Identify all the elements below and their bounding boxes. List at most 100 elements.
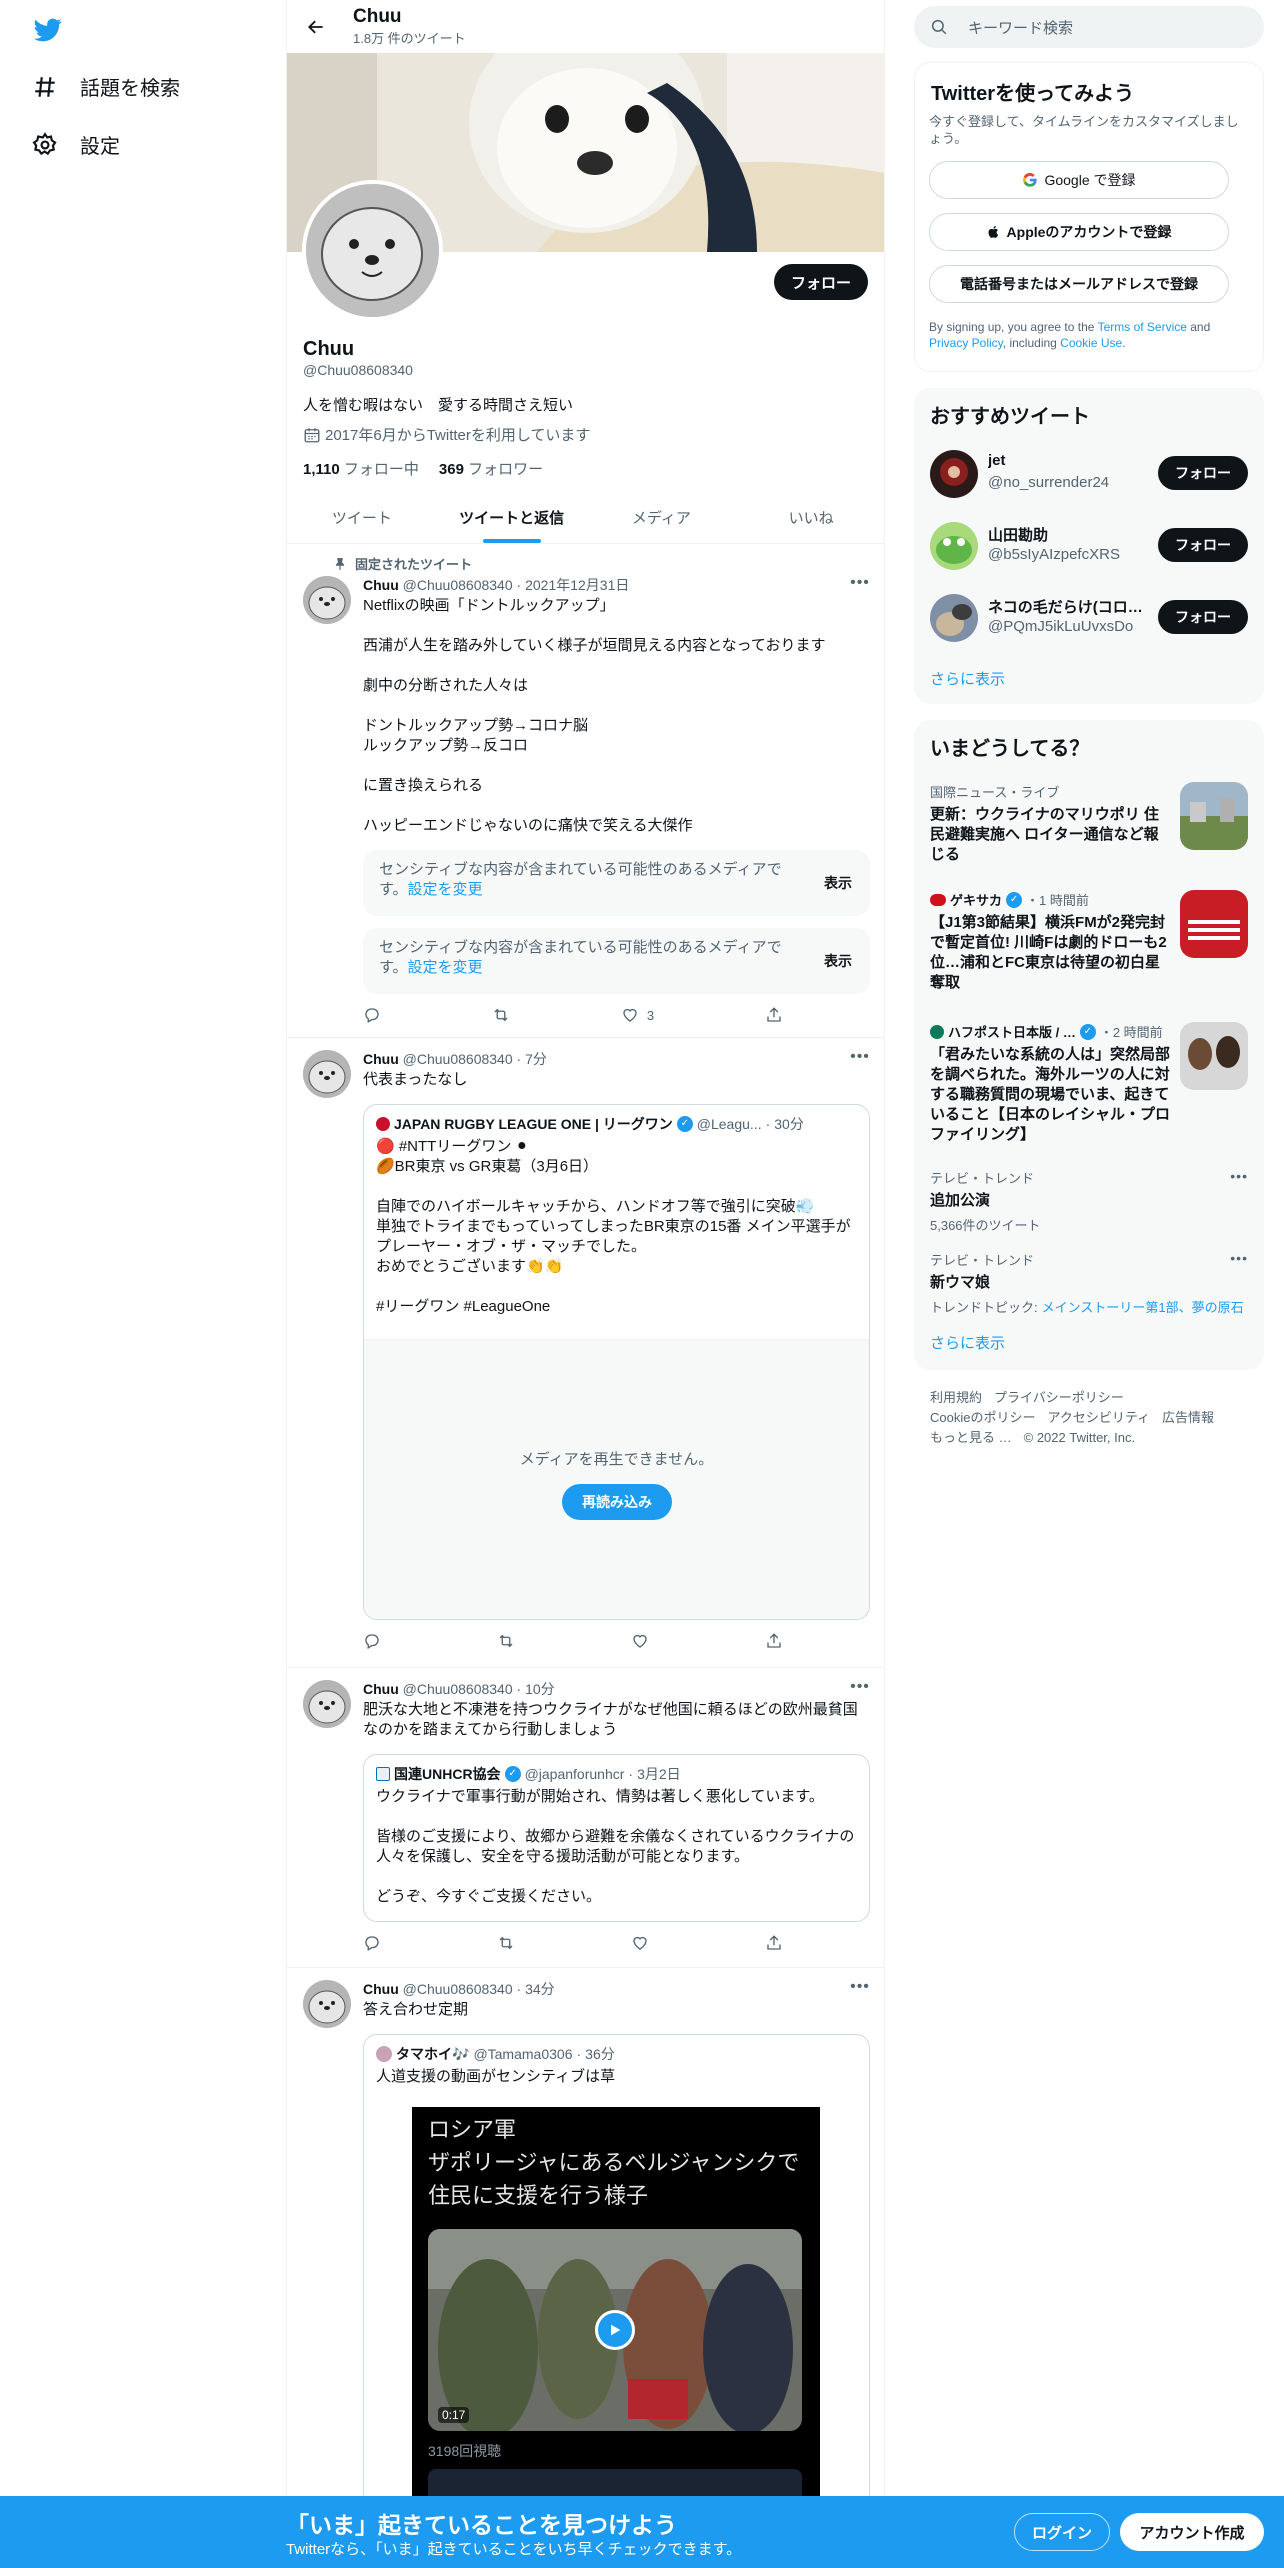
tweet-author-handle[interactable]: @Chuu08608340 xyxy=(403,577,513,593)
follow-button[interactable]: フォロー xyxy=(1158,456,1248,490)
recommended-user[interactable]: jet @no_surrender24 フォロー xyxy=(914,438,1264,510)
more-icon[interactable]: ••• xyxy=(850,1678,870,1698)
tab-tweets-replies[interactable]: ツイートと返信 xyxy=(437,492,587,543)
tweet-2[interactable]: Chuu @Chuu08608340 · 7分 代表まったなし ••• JAPA… xyxy=(287,1038,884,1668)
tweet-time[interactable]: 34分 xyxy=(525,1981,555,1997)
tweet-author-handle[interactable]: @Chuu08608340 xyxy=(403,1051,513,1067)
share-button[interactable] xyxy=(765,1632,783,1650)
more-icon[interactable]: ••• xyxy=(850,1048,870,1068)
trend-topic-link[interactable]: メインストーリー第1部、夢の原石 xyxy=(1042,1297,1244,1316)
tweet-author-name[interactable]: Chuu xyxy=(363,1981,399,1997)
cookie-link[interactable]: Cookie Use xyxy=(1060,336,1122,350)
recommended-name: 山田勘助 xyxy=(988,527,1049,544)
tweet-avatar[interactable] xyxy=(303,1050,351,1098)
nav-settings[interactable]: 設定 xyxy=(32,130,120,159)
tweet-1[interactable]: 固定されたツイート Chuu @Chuu08608340 · 2021年12月3… xyxy=(287,544,884,1038)
reply-button[interactable] xyxy=(363,1006,381,1024)
more-icon[interactable]: ••• xyxy=(1230,1250,1248,1266)
tweet-avatar[interactable] xyxy=(303,1980,351,2028)
footer-link[interactable]: もっと見る … xyxy=(930,1430,1012,1445)
more-icon[interactable]: ••• xyxy=(850,1978,870,1998)
quoted-tweet[interactable]: タマホイ🎶 @Tamama0306 · 36分 人道支援の動画がセンシティブは草… xyxy=(363,2034,870,2568)
follow-button[interactable]: フォロー xyxy=(1158,528,1248,562)
footer-link[interactable]: Cookieのポリシー xyxy=(930,1410,1035,1425)
phone-email-signup-label: 電話番号またはメールアドレスで登録 xyxy=(960,276,1198,292)
more-icon[interactable]: ••• xyxy=(850,574,870,594)
follow-button[interactable]: フォロー xyxy=(774,264,868,300)
like-button[interactable]: 3 xyxy=(621,1006,654,1024)
search-input[interactable]: キーワード検索 xyxy=(914,6,1264,48)
profile-avatar[interactable] xyxy=(302,180,443,321)
terms-link[interactable]: Terms of Service xyxy=(1098,320,1187,334)
change-settings-link[interactable]: 設定を変更 xyxy=(408,881,483,898)
quoted-tweet[interactable]: JAPAN RUGBY LEAGUE ONE | リーグワン ✓ @Leagu.… xyxy=(363,1104,870,1620)
left-nav: 話題を検索 設定 xyxy=(0,0,286,2568)
share-button[interactable] xyxy=(765,1006,783,1024)
change-settings-link[interactable]: 設定を変更 xyxy=(408,959,483,976)
reply-icon xyxy=(365,1634,379,1649)
retweet-button[interactable] xyxy=(497,1632,515,1650)
trend-item[interactable]: テレビ・トレンド 新ウマ娘 トレンドトピック: メインストーリー第1部、夢の原石… xyxy=(930,1250,1248,1320)
tab-likes[interactable]: いいね xyxy=(736,492,884,543)
footer-link[interactable]: プライバシーポリシー xyxy=(994,1390,1124,1405)
phone-email-signup-button[interactable]: 電話番号またはメールアドレスで登録 xyxy=(929,265,1229,303)
retweet-button[interactable] xyxy=(497,1934,515,1952)
tweet-time[interactable]: 10分 xyxy=(525,1681,555,1697)
nav-explore[interactable]: 話題を検索 xyxy=(32,72,180,101)
trend-item[interactable]: 国際ニュース・ライブ 更新：ウクライナのマリウポリ 住民避難実施へ ロイター通信… xyxy=(930,782,1248,863)
share-button[interactable] xyxy=(765,1934,783,1952)
footer-link[interactable]: 広告情報 xyxy=(1162,1410,1214,1425)
tab-tweets[interactable]: ツイート xyxy=(287,492,437,543)
play-icon[interactable] xyxy=(595,2310,635,2350)
trend-item[interactable]: ハフポスト日本版 / … ✓ ・2 時間前 「君みたいな系統の人は」突然局部を調… xyxy=(930,1022,1248,1158)
tweet-time[interactable]: 7分 xyxy=(525,1051,547,1067)
tab-media[interactable]: メディア xyxy=(587,492,737,543)
avatar xyxy=(930,522,978,570)
back-button[interactable] xyxy=(299,10,333,44)
show-media-button[interactable]: 表示 xyxy=(824,873,852,893)
footer-link[interactable]: 利用規約 xyxy=(930,1390,982,1405)
like-button[interactable] xyxy=(631,1632,649,1650)
tweet-author-name[interactable]: Chuu xyxy=(363,1681,399,1697)
profile-tabs: ツイート ツイートと返信 メディア いいね xyxy=(287,492,884,544)
follow-button[interactable]: フォロー xyxy=(1158,600,1248,634)
show-media-button[interactable]: 表示 xyxy=(824,951,852,971)
tweet-author-name[interactable]: Chuu xyxy=(363,577,399,593)
create-account-button[interactable]: アカウント作成 xyxy=(1120,2513,1264,2551)
tweet-4[interactable]: Chuu @Chuu08608340 · 34分 答え合わせ定期 ••• タマホ… xyxy=(287,1968,884,2568)
trend-item[interactable]: ゲキサカ ✓ ・1 時間前 【J1第3節結果】横浜FMが2発完封で暫定首位! 川… xyxy=(930,890,1248,1000)
sensitive-media-notice: センシティブな内容が含まれている可能性のあるメディアです。設定を変更 表示 xyxy=(363,928,870,994)
share-icon xyxy=(767,1633,781,1648)
recommended-user[interactable]: 山田勘助 @b5sIyAIzpefcXRS フォロー xyxy=(914,510,1264,582)
tweet-author-name[interactable]: Chuu xyxy=(363,1051,399,1067)
login-button[interactable]: ログイン xyxy=(1014,2513,1110,2551)
google-signup-button[interactable]: Google で登録 xyxy=(929,161,1229,199)
privacy-link[interactable]: Privacy Policy xyxy=(929,336,1003,350)
quoted-tweet[interactable]: 国連UNHCR協会 ✓ @japanforunhcr · 3月2日 ウクライナで… xyxy=(363,1754,870,1922)
trend-item[interactable]: テレビ・トレンド 追加公演 5,366件のツイート ••• xyxy=(930,1168,1248,1238)
reply-button[interactable] xyxy=(363,1632,381,1650)
tweet-avatar[interactable] xyxy=(303,1680,351,1728)
tweet-author-handle[interactable]: @Chuu08608340 xyxy=(403,1981,513,1997)
footer-link[interactable]: アクセシビリティ xyxy=(1047,1410,1150,1425)
retweet-button[interactable] xyxy=(492,1006,510,1024)
tweet-time[interactable]: 2021年12月31日 xyxy=(525,577,629,593)
avatar xyxy=(930,594,978,642)
reply-button[interactable] xyxy=(363,1934,381,1952)
followers-link[interactable]: 369 フォロワー xyxy=(439,458,543,479)
topbar-tweet-count: 1.8万 件のツイート xyxy=(353,31,466,46)
apple-signup-button[interactable]: Appleのアカウントで登録 xyxy=(929,213,1229,251)
tweet-avatar[interactable] xyxy=(303,576,351,624)
nav-settings-label: 設定 xyxy=(80,136,120,158)
twitter-bird-icon[interactable] xyxy=(32,16,64,44)
more-icon[interactable]: ••• xyxy=(1230,1168,1248,1184)
media-error-message: メディアを再生できません。 xyxy=(519,1451,714,1468)
tweet-author-handle[interactable]: @Chuu08608340 xyxy=(403,1681,513,1697)
like-button[interactable] xyxy=(631,1934,649,1952)
following-link[interactable]: 1,110 フォロー中 xyxy=(303,458,419,479)
tweet-3[interactable]: Chuu @Chuu08608340 · 10分 肥沃な大地と不凍港を持つウクラ… xyxy=(287,1668,884,1968)
show-more-link[interactable]: さらに表示 xyxy=(930,1332,1005,1353)
show-more-link[interactable]: さらに表示 xyxy=(930,668,1005,689)
recommended-user[interactable]: ネコの毛だらけ(コロ… @PQmJ5ikLuUvxsDo フォロー xyxy=(914,582,1264,654)
reload-button[interactable]: 再読み込み xyxy=(562,1484,672,1520)
